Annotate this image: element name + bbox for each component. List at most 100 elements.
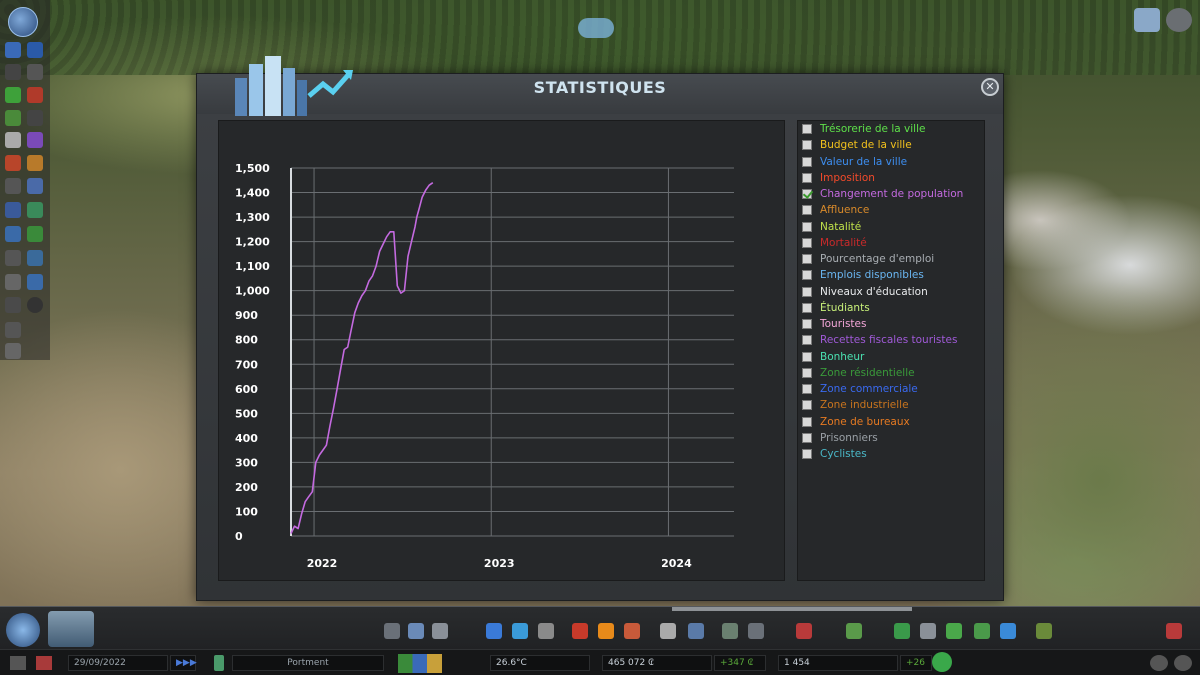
monument-category-icon[interactable] [748,623,764,639]
legend-item[interactable]: Zone industrielle [802,398,909,412]
education-tool-icon[interactable] [5,132,21,148]
landscaping-category-icon[interactable] [846,623,862,639]
legend-checkbox[interactable] [802,449,812,459]
legend-checkbox[interactable] [802,124,812,134]
legend-item[interactable]: Imposition [802,171,875,185]
legend-item[interactable]: Valeur de la ville [802,155,907,169]
legend-item[interactable]: Affluence [802,203,869,217]
legend-item[interactable]: Emplois disponibles [802,268,924,282]
list-tool-icon[interactable] [5,343,21,359]
bus-tool-icon[interactable] [5,226,21,242]
legend-item[interactable]: Niveaux d'éducation [802,285,928,299]
zoom-out-icon[interactable] [1150,655,1168,671]
building-tool-icon[interactable] [27,178,43,194]
legend-item[interactable]: Changement de population [802,187,963,201]
legend-checkbox[interactable] [802,416,812,427]
garbage-tool-icon[interactable] [27,202,43,218]
legend-checkbox[interactable] [802,319,812,329]
map-tool-icon[interactable] [27,64,43,80]
garbage-category-icon[interactable] [538,623,554,639]
areas-category-icon[interactable] [946,623,962,639]
magnet-tool-icon[interactable] [5,155,21,171]
parks-category-icon[interactable] [722,623,738,639]
legend-checkbox[interactable] [802,172,812,183]
police-category-icon[interactable] [624,623,640,639]
happiness-icon[interactable] [932,652,952,672]
district-category-icon[interactable] [432,623,448,639]
legend-item[interactable]: Zone de bureaux [802,415,910,429]
legend-checkbox[interactable] [802,400,812,411]
pause-highlight-icon[interactable] [36,656,52,670]
legend-checkbox[interactable] [802,286,812,297]
legend-item[interactable]: Zone résidentielle [802,366,915,380]
legend-item[interactable]: Prisonniers [802,431,878,445]
legend-item[interactable]: Trésorerie de la ville [802,122,925,136]
tourism-tool-icon[interactable] [27,132,43,148]
policies-category-icon[interactable] [920,623,936,639]
legend-checkbox[interactable] [802,432,812,443]
warning-tool-icon[interactable] [27,155,43,171]
legend-checkbox[interactable] [802,205,812,216]
tools-tool-icon[interactable] [5,274,21,290]
water-tool-icon[interactable] [27,42,43,58]
legend-checkbox[interactable] [802,156,812,167]
legend-checkbox[interactable] [802,237,812,248]
photo-mode-icon[interactable] [1134,8,1160,32]
transit-tool-icon[interactable] [5,178,21,194]
info-tool-icon[interactable] [27,297,43,313]
legend-item[interactable]: Zone commerciale [802,382,918,396]
terrain-tool-icon[interactable] [5,64,21,80]
tree-tool-icon[interactable] [27,226,43,242]
legend-checkbox[interactable] [802,351,812,362]
electricity-tool-icon[interactable] [5,202,21,218]
legend-checkbox[interactable] [802,189,812,199]
park-tool-icon[interactable] [5,87,21,103]
legend-checkbox[interactable] [802,254,812,264]
chirper-icon[interactable] [6,613,40,647]
menu-icon[interactable] [8,7,38,37]
bulldoze-tool-icon[interactable] [27,274,43,290]
transport-category-icon[interactable] [688,623,704,639]
money-display[interactable]: 465 072 ₢ [602,655,712,671]
population-display[interactable]: 1 454 [778,655,898,671]
legend-item[interactable]: Recettes fiscales touristes [802,333,957,347]
road-category-icon[interactable] [384,623,400,639]
close-button[interactable]: ✕ [981,78,999,96]
water-category-icon[interactable] [512,623,528,639]
disaster-category-icon[interactable] [796,623,812,639]
health-tool-icon[interactable] [5,110,21,126]
legend-item[interactable]: Pourcentage d'emploi [802,252,934,266]
legend-item[interactable]: Bonheur [802,350,864,364]
tree-category-icon[interactable] [1036,623,1052,639]
legend-checkbox[interactable] [802,367,812,378]
area-tool-icon[interactable] [5,297,21,313]
fire-category-icon[interactable] [598,623,614,639]
legend-checkbox[interactable] [802,140,812,151]
legend-item[interactable]: Cyclistes [802,447,867,461]
education-category-icon[interactable] [660,623,676,639]
settings-gear-icon[interactable] [1166,8,1192,32]
legend-item[interactable]: Natalité [802,220,861,234]
zoning-category-icon[interactable] [408,623,424,639]
legend-item[interactable]: Mortalité [802,236,867,250]
news-ticker[interactable] [672,607,912,611]
wifi-category-icon[interactable] [1000,623,1016,639]
bulldozer-icon[interactable] [1166,623,1182,639]
electricity-category-icon[interactable] [486,623,502,639]
legend-checkbox[interactable] [802,335,812,346]
car-tool-icon[interactable] [5,250,21,266]
speed-control[interactable]: ▶▶▶ [170,655,197,671]
public-transport-category-icon[interactable] [974,623,990,639]
road-tool-icon[interactable] [5,42,21,58]
zoom-in-icon[interactable] [1174,655,1192,671]
notification-icon[interactable] [578,18,614,38]
fire-tool-icon[interactable] [27,87,43,103]
healthcare-category-icon[interactable] [572,623,588,639]
legend-checkbox[interactable] [802,302,812,313]
legend-checkbox[interactable] [802,384,812,394]
pause-icon[interactable] [10,656,26,670]
settings-tool-icon[interactable] [5,322,21,338]
legend-item[interactable]: Budget de la ville [802,138,912,152]
district-name[interactable]: Portment [232,655,384,671]
money-category-icon[interactable] [894,623,910,639]
